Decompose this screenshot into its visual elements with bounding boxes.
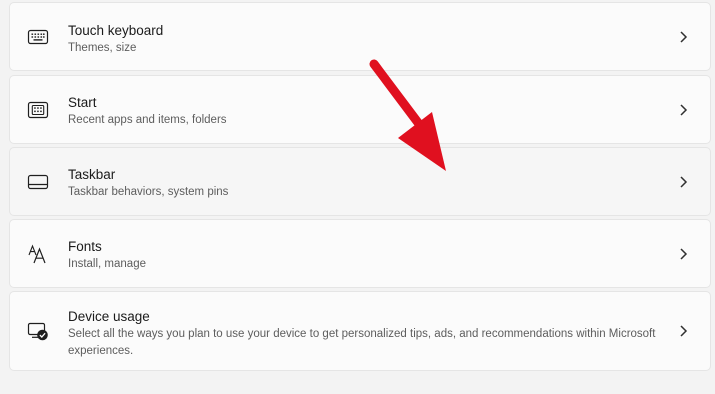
start-title: Start (68, 95, 97, 110)
start-icon (27, 99, 49, 121)
taskbar-text: Taskbar Taskbar behaviors, system pins (68, 166, 662, 201)
taskbar-subtitle: Taskbar behaviors, system pins (68, 186, 229, 198)
fonts-text: Fonts Install, manage (68, 238, 662, 273)
touch-keyboard-text: Touch keyboard Themes, size (68, 22, 662, 57)
fonts-icon (27, 243, 49, 265)
start-subtitle: Recent apps and items, folders (68, 114, 227, 126)
fonts-subtitle: Install, manage (68, 258, 146, 270)
settings-item-start[interactable]: Start Recent apps and items, folders (9, 75, 711, 144)
fonts-title: Fonts (68, 239, 102, 254)
device-usage-subtitle: Select all the ways you plan to use your… (68, 328, 656, 357)
settings-item-touch-keyboard[interactable]: Touch keyboard Themes, size (9, 2, 711, 71)
taskbar-title: Taskbar (68, 167, 116, 182)
device-usage-icon (27, 320, 49, 342)
device-usage-title: Device usage (68, 309, 150, 324)
touch-keyboard-subtitle: Themes, size (68, 42, 137, 54)
settings-item-taskbar[interactable]: Taskbar Taskbar behaviors, system pins (9, 147, 711, 216)
device-usage-text: Device usage Select all the ways you pla… (68, 308, 662, 360)
chevron-right-icon (680, 175, 688, 188)
start-text: Start Recent apps and items, folders (68, 94, 662, 129)
chevron-right-icon (680, 247, 688, 260)
touch-keyboard-title: Touch keyboard (68, 23, 164, 38)
settings-item-fonts[interactable]: Fonts Install, manage (9, 219, 711, 288)
chevron-right-icon (680, 103, 688, 116)
chevron-right-icon (680, 325, 688, 337)
taskbar-icon (27, 171, 49, 193)
keyboard-icon (27, 26, 49, 48)
settings-item-device-usage[interactable]: Device usage Select all the ways you pla… (9, 291, 711, 371)
chevron-right-icon (680, 30, 688, 43)
